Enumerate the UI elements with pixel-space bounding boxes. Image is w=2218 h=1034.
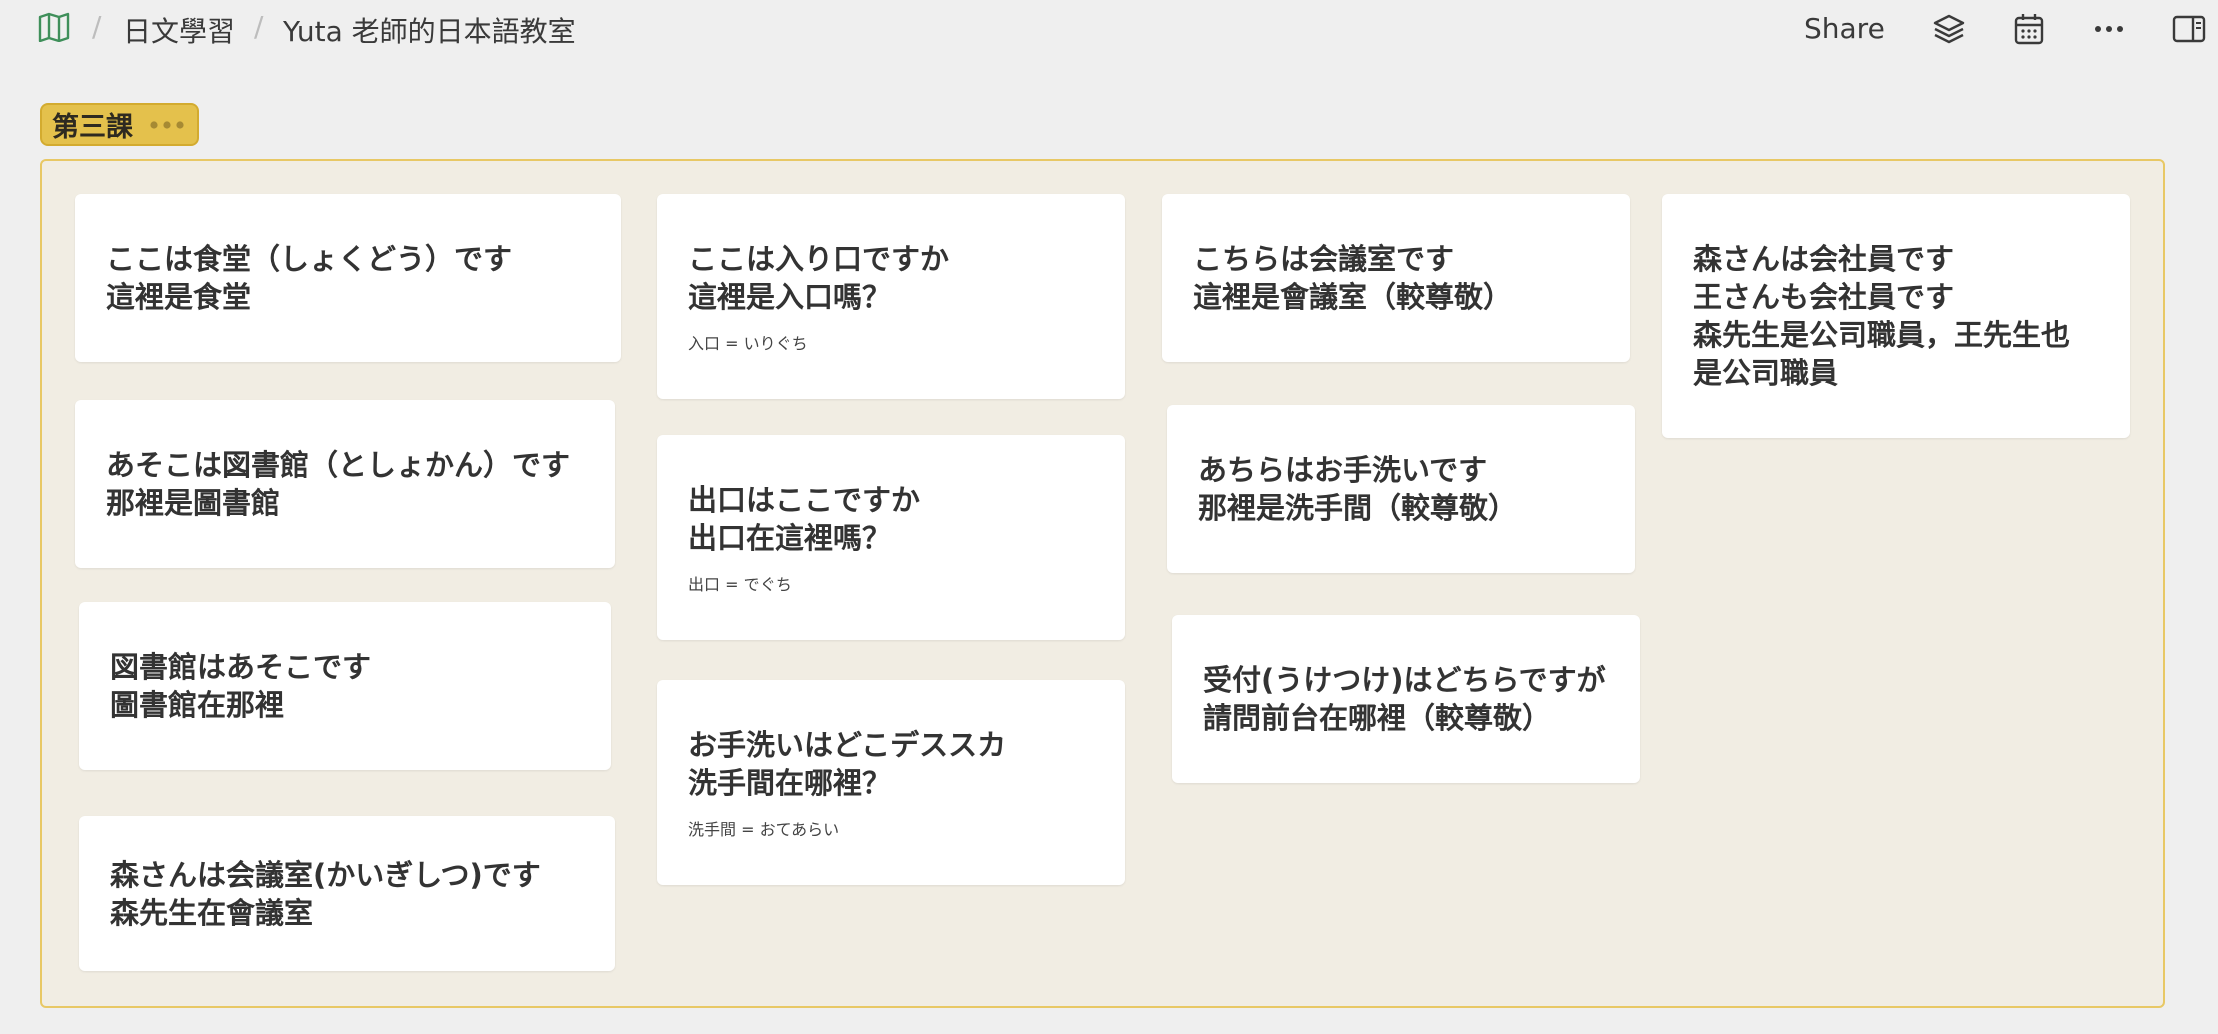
sidebar-toggle-icon[interactable] xyxy=(2172,12,2206,46)
book-open-icon[interactable] xyxy=(38,12,70,42)
card-note: 入口 = いりぐち xyxy=(688,333,808,353)
card-line: 洗手間在哪裡？ xyxy=(688,765,892,800)
card-line: あちらはお手洗いです xyxy=(1198,453,1488,487)
card-line: 王さんも会社員です xyxy=(1693,280,1955,314)
card-line: 図書館はあそこです xyxy=(110,650,372,684)
card[interactable]: 森さんは会社員です 王さんも会社員です 森先生是公司職員，王先生也 是公司職員 xyxy=(1662,194,2130,438)
card[interactable]: 出口はここですか 出口在這裡嗎？ 出口 = でぐち xyxy=(657,435,1125,640)
card-line: あそこは図書館（としょかん）です xyxy=(106,448,571,482)
card[interactable]: ここは食堂（しょくどう）です 這裡是食堂 xyxy=(75,194,621,362)
card-line: 這裡是食堂 xyxy=(106,280,252,314)
card-line: 請問前台在哪裡（較尊敬） xyxy=(1203,701,1552,735)
share-button[interactable]: Share xyxy=(1804,12,1885,45)
more-icon[interactable] xyxy=(2092,12,2126,46)
card[interactable]: あちらはお手洗いです 那裡是洗手間（較尊敬） xyxy=(1167,405,1635,573)
group-label: 第三課 xyxy=(52,112,133,143)
card-line: 出口在這裡嗎？ xyxy=(688,520,892,555)
card-line: 森先生是公司職員，王先生也 xyxy=(1693,318,2071,352)
breadcrumb-item-current-page[interactable]: Yuta 老師的日本語教室 xyxy=(283,10,576,50)
card-note: 洗手間 = おてあらい xyxy=(688,819,840,839)
card-line: 這裡是入口嗎？ xyxy=(688,279,892,314)
card[interactable]: 森さんは会議室(かいぎしつ)です 森先生在會議室 xyxy=(79,816,615,971)
card-line: 圖書館在那裡 xyxy=(110,688,285,722)
card-line: お手洗いはどこデススカ xyxy=(688,727,1007,762)
card-line: こちらは会議室です xyxy=(1193,242,1455,276)
card[interactable]: 受付(うけつけ)はどちらですが 請問前台在哪裡（較尊敬） xyxy=(1172,615,1640,783)
card-note: 出口 = でぐち xyxy=(688,574,792,594)
breadcrumb-item-japanese-study[interactable]: 日文學習 xyxy=(123,10,235,50)
card-line: 森さんは会議室(かいぎしつ)です xyxy=(110,857,541,892)
card[interactable]: ここは入り口ですか 這裡是入口嗎？ 入口 = いりぐち xyxy=(657,194,1125,399)
card-line: 森さんは会社員です xyxy=(1693,242,1955,276)
card[interactable]: こちらは会議室です 這裡是會議室（較尊敬） xyxy=(1162,194,1630,362)
card-line: 是公司職員 xyxy=(1693,356,1839,390)
card-line: 那裡是圖書館 xyxy=(106,486,281,520)
card-line: 出口はここですか xyxy=(688,482,921,517)
card[interactable]: 図書館はあそこです 圖書館在那裡 xyxy=(79,602,611,770)
layers-icon[interactable] xyxy=(1932,12,1966,46)
top-bar: / 日文學習 / Yuta 老師的日本語教室 Share xyxy=(0,0,2218,56)
calendar-icon[interactable] xyxy=(2012,12,2046,46)
card-line: 這裡是會議室（較尊敬） xyxy=(1193,280,1513,314)
card[interactable]: お手洗いはどこデススカ 洗手間在哪裡？ 洗手間 = おてあらい xyxy=(657,680,1125,885)
card-line: 受付(うけつけ)はどちらですが xyxy=(1203,663,1606,697)
card-line: 那裡是洗手間（較尊敬） xyxy=(1198,491,1518,525)
card-line: ここは入り口ですか xyxy=(688,241,950,276)
group-tag[interactable]: 第三課 xyxy=(40,103,199,146)
card-line: ここは食堂（しょくどう）です xyxy=(106,242,513,276)
card[interactable]: あそこは図書館（としょかん）です 那裡是圖書館 xyxy=(75,400,615,568)
breadcrumb-separator: / xyxy=(254,10,264,43)
breadcrumb-separator: / xyxy=(92,10,102,43)
card-line: 森先生在會議室 xyxy=(110,895,314,930)
more-dots-icon[interactable] xyxy=(147,114,187,136)
